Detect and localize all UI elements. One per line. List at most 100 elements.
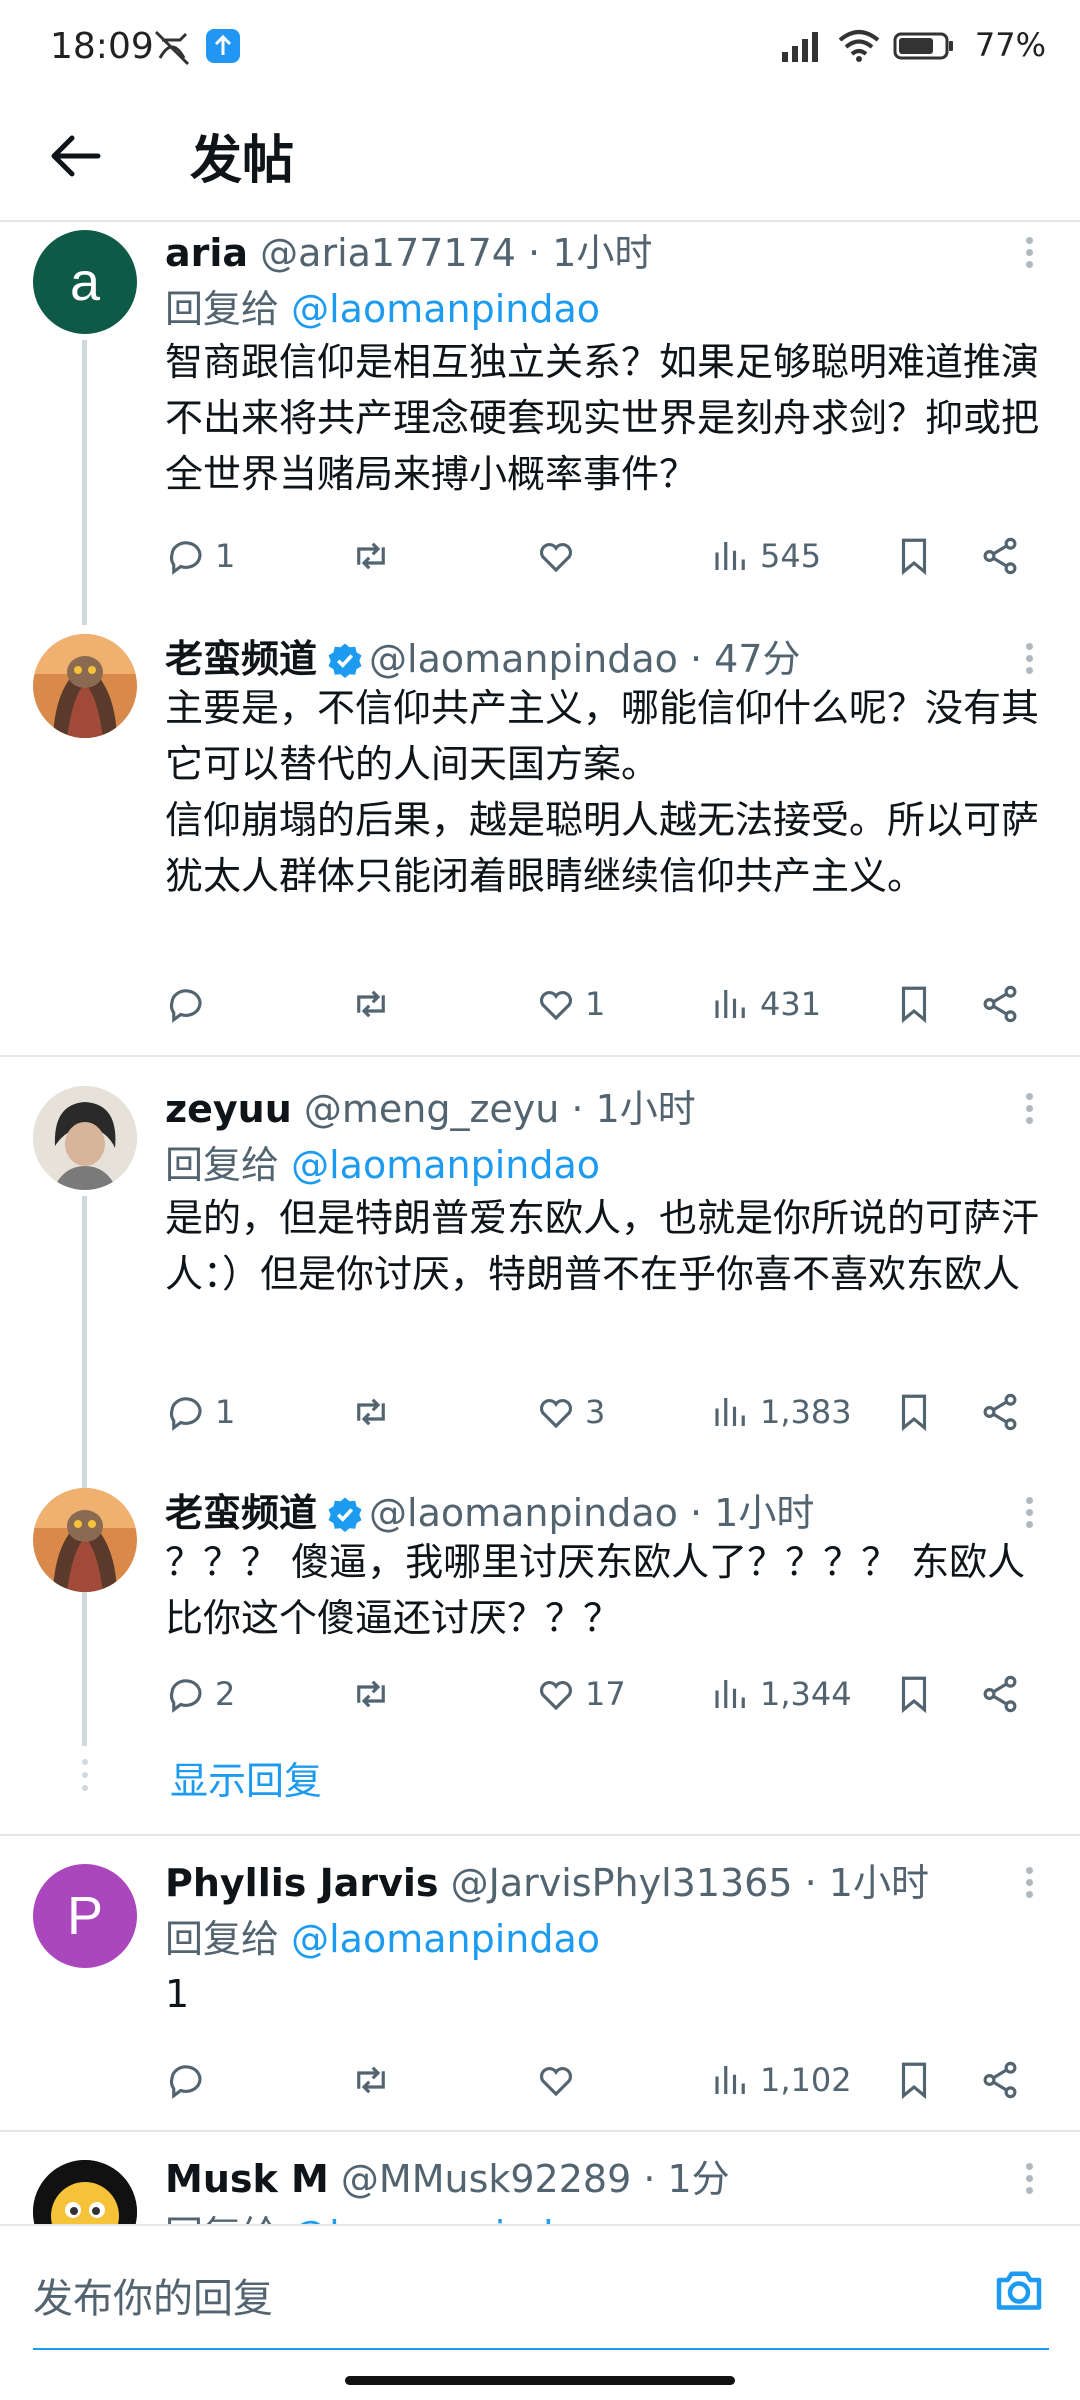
tweet-text: 主要是，不信仰共产主义，哪能信仰什么呢？没有其它可以替代的人间天国方案。 信仰崩…: [165, 686, 1040, 898]
heart-icon: [539, 1399, 573, 1429]
tweet-actions: 1,102: [165, 2052, 1045, 2108]
share-icon: [983, 2061, 1017, 2099]
author-name[interactable]: aria: [165, 231, 248, 275]
battery-percent: 77%: [974, 26, 1046, 64]
like-button[interactable]: [535, 528, 585, 584]
retweet-icon: [357, 1680, 385, 1708]
like-button[interactable]: 1: [535, 976, 605, 1032]
tweet[interactable]: 老蛮频道 @laomanpindao · 1小时 ？？？ 傻逼，我哪里讨厌东欧人了…: [0, 1482, 1080, 1722]
reply-button[interactable]: 1: [165, 528, 235, 584]
author-name[interactable]: 老蛮频道: [165, 637, 317, 681]
like-button[interactable]: 17: [535, 1666, 626, 1722]
reply-count: 1: [215, 1393, 236, 1431]
avatar[interactable]: P: [33, 1864, 137, 1968]
share-button[interactable]: [979, 1666, 1021, 1722]
avatar[interactable]: a: [33, 230, 137, 334]
tweet-actions: 1 431: [165, 976, 1045, 1032]
avatar[interactable]: [33, 1086, 137, 1190]
retweet-button[interactable]: [350, 1384, 392, 1440]
more-options-icon[interactable]: [1022, 2158, 1036, 2199]
author-name[interactable]: zeyuu: [165, 1087, 292, 1131]
reply-button[interactable]: 1: [165, 1384, 235, 1440]
share-icon: [983, 1675, 1017, 1713]
retweet-button[interactable]: [350, 528, 392, 584]
bookmark-button[interactable]: [893, 2052, 935, 2108]
emoji-avatar-image: [33, 2160, 137, 2224]
tweet-text: 是的，但是特朗普爱东欧人，也就是你所说的可萨汗人：）但是你讨厌，特朗普不在乎你喜…: [165, 1196, 1040, 1296]
mute-vibrate-icon: [154, 30, 190, 66]
tweet-actions: 2 17 1,344: [165, 1666, 1045, 1722]
views-button[interactable]: 1,102: [710, 2052, 852, 2108]
more-options-icon[interactable]: [1022, 1492, 1036, 1533]
reply-count: 2: [215, 1675, 236, 1713]
camera-icon[interactable]: [989, 2260, 1049, 2320]
view-count: 1,102: [760, 2061, 852, 2099]
like-count: 17: [585, 1675, 626, 1713]
divider: [0, 1055, 1080, 1057]
reply-mention[interactable]: @laomanpindao: [291, 1917, 600, 1961]
bookmark-button[interactable]: [893, 528, 935, 584]
divider: [0, 1834, 1080, 1836]
tweet[interactable]: 老蛮频道 @laomanpindao · 47分 主要是，不信仰共产主义，哪能信仰…: [0, 628, 1080, 1048]
tweet[interactable]: a aria @aria177174 · 1小时 回复给 @laomanpind…: [0, 222, 1080, 612]
avatar-letter: a: [69, 252, 101, 312]
avatar[interactable]: [33, 2160, 137, 2224]
views-button[interactable]: 1,344: [710, 1666, 852, 1722]
reply-button[interactable]: 2: [165, 1666, 235, 1722]
reply-mention[interactable]: @laomanpindao: [291, 287, 600, 331]
retweet-button[interactable]: [350, 2052, 392, 2108]
tweet[interactable]: zeyuu @meng_zeyu · 1小时 回复给 @laomanpindao…: [0, 1078, 1080, 1438]
show-replies-link[interactable]: 显示回复: [170, 1750, 322, 1805]
notification-app-icon: [206, 29, 240, 63]
reply-button[interactable]: [165, 2052, 215, 2108]
retweet-button[interactable]: [350, 1666, 392, 1722]
heart-icon: [539, 543, 573, 573]
bookmark-icon: [901, 986, 927, 1024]
avatar[interactable]: [33, 1488, 137, 1592]
share-button[interactable]: [979, 2052, 1021, 2108]
more-options-icon[interactable]: [1022, 232, 1036, 273]
status-time: 18:09: [50, 26, 154, 67]
reply-count: 1: [215, 537, 236, 575]
bookmark-button[interactable]: [893, 1666, 935, 1722]
owl-avatar-image: [33, 1488, 137, 1592]
author-name[interactable]: Phyllis Jarvis: [165, 1861, 439, 1905]
share-button[interactable]: [979, 976, 1021, 1032]
like-button[interactable]: [535, 2052, 585, 2108]
avatar-letter: P: [66, 1886, 104, 1946]
tweet-text: 智商跟信仰是相互独立关系？如果足够聪明难道推演不出来将共产理念硬套现实世界是刻舟…: [165, 340, 1040, 496]
tweet[interactable]: P Phyllis Jarvis @JarvisPhyl31365 · 1小时 …: [0, 1852, 1080, 2112]
tweet-header: 老蛮频道 @laomanpindao · 47分: [165, 628, 801, 683]
heart-icon: [539, 1681, 573, 1711]
author-name[interactable]: Musk M: [165, 2157, 329, 2201]
app-header: 发帖: [0, 96, 1080, 222]
author-name[interactable]: 老蛮频道: [165, 1491, 317, 1535]
reply-mention[interactable]: @laomanpindao: [291, 2213, 600, 2224]
like-button[interactable]: 3: [535, 1384, 605, 1440]
bookmark-button[interactable]: [893, 976, 935, 1032]
retweet-icon: [357, 1398, 385, 1426]
tweet[interactable]: Musk M @MMusk92289 · 1分 回复给 @laomanpinda…: [0, 2148, 1080, 2224]
views-button[interactable]: 1,383: [710, 1384, 852, 1440]
share-button[interactable]: [979, 1384, 1021, 1440]
share-button[interactable]: [979, 528, 1021, 584]
bookmark-icon: [901, 1676, 927, 1714]
retweet-button[interactable]: [350, 976, 392, 1032]
avatar[interactable]: [33, 634, 137, 738]
bookmark-button[interactable]: [893, 1384, 935, 1440]
tweet-text: 1: [165, 1972, 190, 2016]
reply-input[interactable]: 发布你的回复: [33, 2260, 1049, 2350]
gesture-nav-bar: [345, 2376, 735, 2385]
more-options-icon[interactable]: [1022, 1862, 1036, 1903]
reply-button[interactable]: [165, 976, 215, 1032]
back-arrow-icon[interactable]: [44, 124, 108, 188]
author-handle: @aria177174 · 1小时: [260, 231, 653, 275]
author-handle: @meng_zeyu · 1小时: [303, 1087, 696, 1131]
reply-mention[interactable]: @laomanpindao: [291, 1143, 600, 1187]
views-button[interactable]: 545: [710, 528, 821, 584]
more-options-icon[interactable]: [1022, 638, 1036, 679]
profile-photo-image: [33, 1086, 137, 1190]
retweet-icon: [357, 542, 385, 570]
more-options-icon[interactable]: [1022, 1088, 1036, 1129]
views-button[interactable]: 431: [710, 976, 821, 1032]
